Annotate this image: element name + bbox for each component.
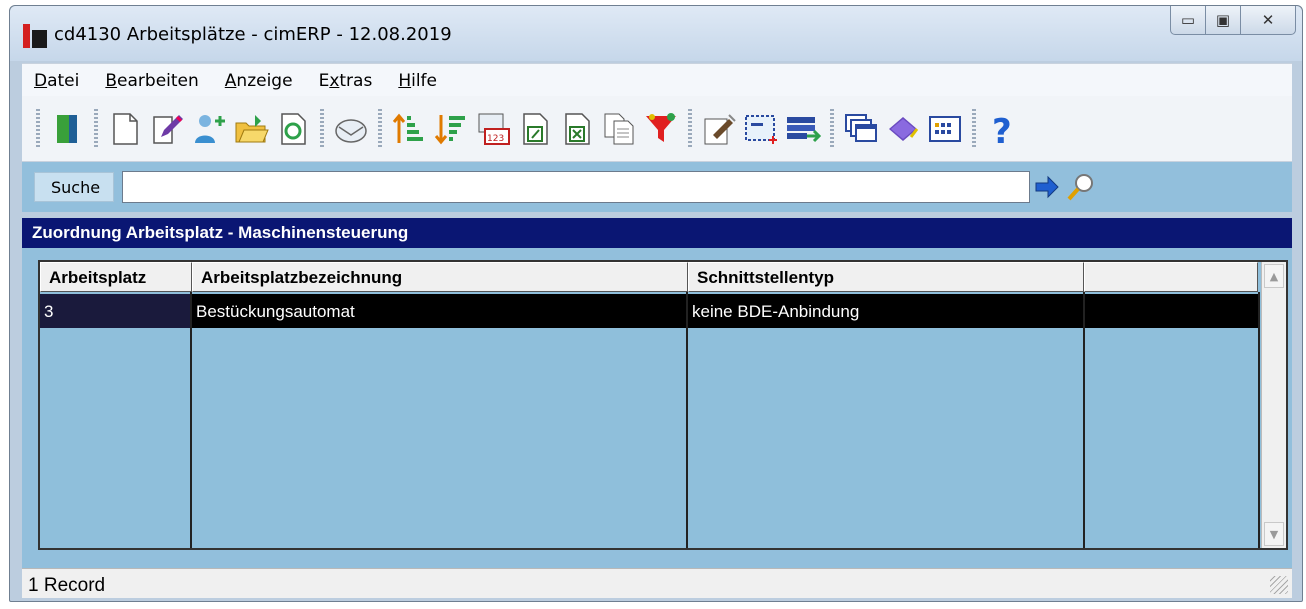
menu-hilfe[interactable]: Hilfe [386, 71, 451, 91]
data-grid: Arbeitsplatz Arbeitsplatzbezeichnung Sch… [38, 260, 1288, 550]
menu-bar: Datei Bearbeiten Anzeige Extras Hilfe [22, 63, 1292, 97]
column-header-empty[interactable] [1084, 262, 1258, 292]
refresh-icon[interactable] [274, 109, 312, 149]
column-divider [686, 292, 688, 548]
app-window: cd4130 Arbeitsplätze - cimERP - 12.08.20… [9, 5, 1303, 602]
close-button[interactable]: ✕ [1241, 6, 1296, 35]
grid-area: Arbeitsplatz Arbeitsplatzbezeichnung Sch… [22, 248, 1292, 568]
toolbar: 123 ? [22, 96, 1292, 162]
column-header-arbeitsplatz[interactable]: Arbeitsplatz [40, 262, 192, 292]
search-bar: Suche [22, 162, 1292, 212]
toolbar-grip [830, 108, 834, 149]
toolbar-grip [378, 108, 382, 149]
status-bar: 1 Record [22, 568, 1292, 598]
minimize-button[interactable]: ▭ [1170, 6, 1206, 35]
cell-schnittstellentyp[interactable]: keine BDE-Anbindung [688, 294, 1084, 328]
search-input[interactable] [122, 171, 1030, 203]
search-icon[interactable] [1066, 172, 1096, 202]
toolbar-grip [972, 108, 976, 149]
user-add-icon[interactable] [190, 109, 228, 149]
filter-icon[interactable] [642, 109, 680, 149]
windows-icon[interactable] [842, 109, 880, 149]
book-icon[interactable] [884, 109, 922, 149]
maximize-button[interactable]: ▣ [1206, 6, 1241, 35]
search-label: Suche [34, 172, 114, 202]
help-icon[interactable]: ? [984, 109, 1022, 149]
table-row[interactable]: 3 Bestückungsautomat keine BDE-Anbindung [40, 294, 1260, 328]
menu-extras[interactable]: Extras [307, 71, 387, 91]
column-divider [190, 292, 192, 548]
new-document-icon[interactable] [106, 109, 144, 149]
sort-ascending-icon[interactable] [390, 109, 428, 149]
scroll-up-icon[interactable]: ▲ [1264, 264, 1284, 288]
exit-icon[interactable] [48, 109, 86, 149]
scroll-down-icon[interactable]: ▼ [1264, 522, 1284, 546]
mail-icon[interactable] [332, 109, 370, 149]
select-area-icon[interactable] [742, 109, 780, 149]
menu-anzeige[interactable]: Anzeige [213, 71, 307, 91]
excel-export-icon[interactable] [558, 109, 596, 149]
edit-icon[interactable] [148, 109, 186, 149]
number-format-icon[interactable]: 123 [474, 109, 512, 149]
svg-text:123: 123 [487, 134, 504, 144]
toolbar-grip [320, 108, 324, 149]
cell-empty[interactable] [1084, 294, 1258, 328]
copy-icon[interactable] [600, 109, 638, 149]
toolbar-grip[interactable] [36, 108, 40, 149]
svg-text:?: ? [992, 112, 1012, 147]
export-icon[interactable] [516, 109, 554, 149]
column-divider [1258, 292, 1260, 548]
menu-datei[interactable]: Datei [22, 71, 93, 91]
vertical-scrollbar[interactable]: ▲ ▼ [1261, 262, 1286, 548]
toolbar-grip [688, 108, 692, 149]
section-header: Zuordnung Arbeitsplatz - Maschinensteuer… [22, 218, 1292, 248]
column-header-schnittstellentyp[interactable]: Schnittstellentyp [688, 262, 1084, 292]
window-title: cd4130 Arbeitsplätze - cimERP - 12.08.20… [54, 24, 452, 45]
column-divider [1083, 292, 1085, 548]
arrow-right-icon[interactable] [1034, 174, 1060, 200]
resize-grip-icon[interactable] [1270, 576, 1288, 594]
calendar-icon[interactable] [926, 109, 964, 149]
cell-arbeitsplatz[interactable]: 3 [40, 294, 192, 328]
record-count: 1 Record [28, 575, 106, 596]
app-logo-icon [23, 24, 47, 48]
menu-bearbeiten[interactable]: Bearbeiten [93, 71, 212, 91]
title-bar[interactable]: cd4130 Arbeitsplätze - cimERP - 12.08.20… [10, 6, 1302, 61]
toolbar-grip [94, 108, 98, 149]
cell-arbeitsplatzbezeichnung[interactable]: Bestückungsautomat [192, 294, 688, 328]
column-header-arbeitsplatzbezeichnung[interactable]: Arbeitsplatzbezeichnung [192, 262, 688, 292]
grid-header: Arbeitsplatz Arbeitsplatzbezeichnung Sch… [40, 262, 1258, 296]
transfer-icon[interactable] [784, 109, 822, 149]
folder-open-icon[interactable] [232, 109, 270, 149]
sort-descending-icon[interactable] [432, 109, 470, 149]
properties-icon[interactable] [700, 109, 738, 149]
